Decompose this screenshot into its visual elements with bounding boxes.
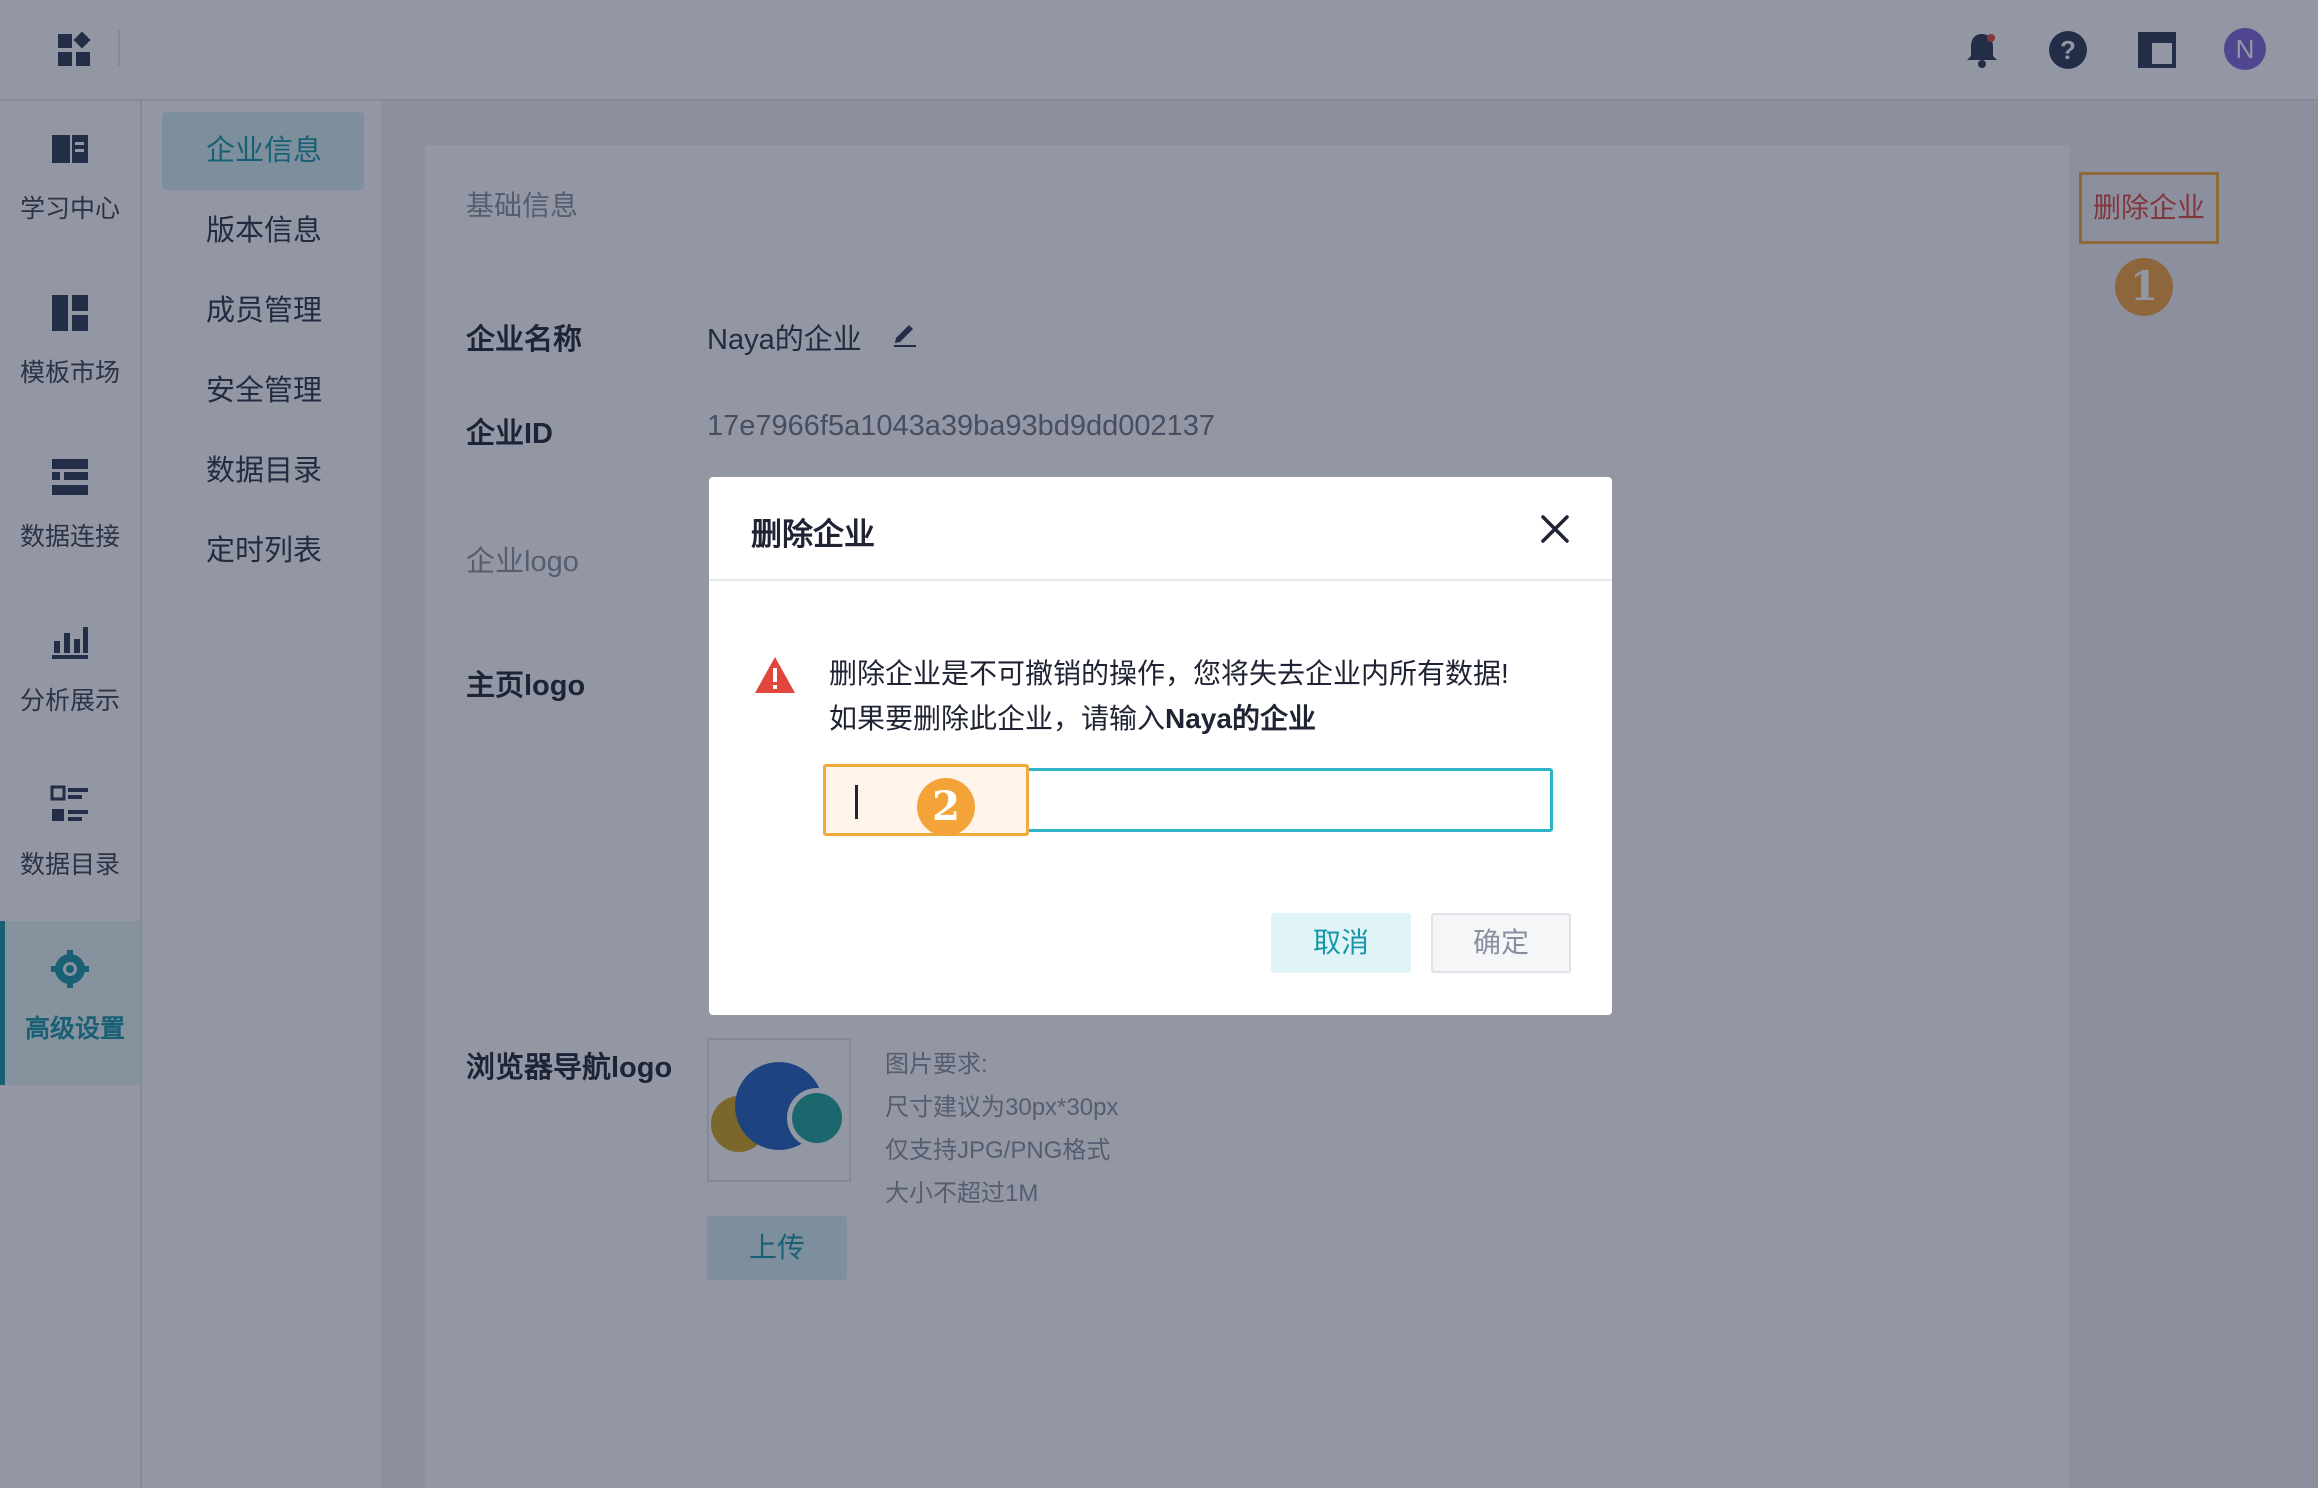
step-2-badge: 2 xyxy=(917,778,975,836)
cancel-button[interactable]: 取消 xyxy=(1271,913,1411,973)
confirm-button[interactable]: 确定 xyxy=(1431,913,1571,973)
dialog-divider xyxy=(709,579,1612,581)
confirm-instruction: 如果要删除此企业，请输入Naya的企业 xyxy=(829,697,1316,737)
text-caret xyxy=(855,785,858,819)
delete-enterprise-dialog: 删除企业 删除企业是不可撤销的操作，您将失去企业内所有数据! 如果要删除此企业，… xyxy=(709,477,1612,1015)
warning-icon xyxy=(755,657,795,693)
confirm-enterprise-name: Naya的企业 xyxy=(1165,703,1316,734)
warning-message: 删除企业是不可撤销的操作，您将失去企业内所有数据! xyxy=(829,658,1509,689)
dialog-title: 删除企业 xyxy=(751,517,875,552)
confirm-instruction-prefix: 如果要删除此企业，请输入 xyxy=(829,703,1166,734)
close-icon[interactable] xyxy=(1537,511,1573,547)
